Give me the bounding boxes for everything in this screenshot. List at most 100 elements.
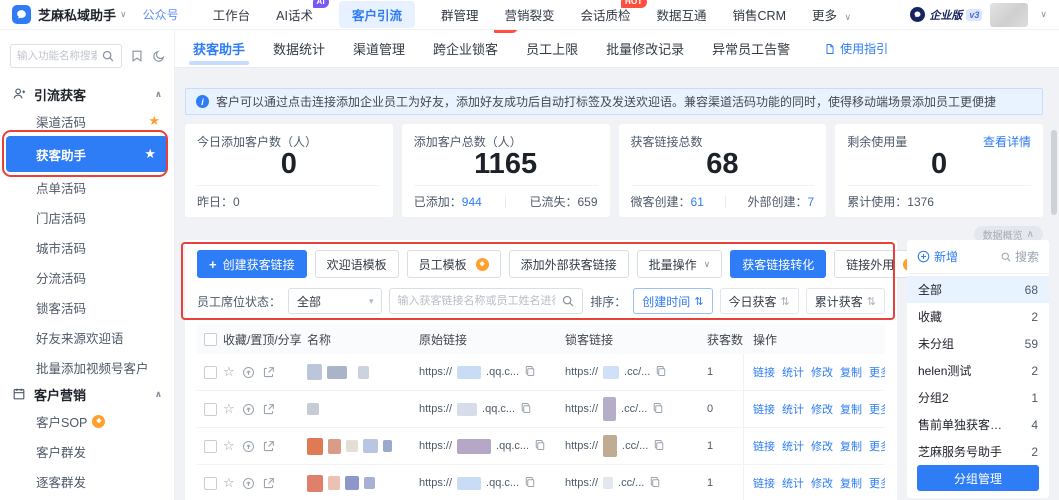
tab-channel-management[interactable]: 渠道管理 <box>353 30 405 68</box>
action-copy[interactable]: 复制 <box>840 401 862 417</box>
action-more[interactable]: 更多 <box>869 475 885 491</box>
nav-group-management[interactable]: 群管理 <box>441 5 479 24</box>
action-modify[interactable]: 修改 <box>811 475 833 491</box>
group-item-favorites[interactable]: 收藏2 <box>907 303 1049 330</box>
row-checkbox[interactable] <box>204 366 217 379</box>
action-link[interactable]: 链接 <box>753 475 775 491</box>
nav-marketing-fission[interactable]: 营销裂变 <box>504 5 554 24</box>
nav-workbench[interactable]: 工作台 <box>213 5 251 24</box>
tab-acquisition-assistant[interactable]: 获客助手 <box>193 30 245 68</box>
staff-template-button[interactable]: 员工模板◆ <box>407 250 501 278</box>
action-link[interactable]: 链接 <box>753 438 775 454</box>
share-external-icon[interactable] <box>262 403 275 416</box>
brand-caret-icon[interactable]: ∨ <box>120 9 127 20</box>
sidebar-item-individual-broadcast[interactable]: 逐客群发 <box>0 466 174 496</box>
action-stats[interactable]: 统计 <box>782 475 804 491</box>
pin-top-icon[interactable] <box>242 440 255 453</box>
group-item-sesame-assistant[interactable]: 芝麻服务号助手2 <box>907 438 1049 465</box>
sidebar-item-split-code[interactable]: 分流活码 <box>0 262 174 292</box>
copy-icon[interactable] <box>534 439 546 454</box>
section-traffic-acquisition[interactable]: 引流获客 ∧ <box>0 82 174 106</box>
nav-customer-acquisition[interactable]: 客户引流 <box>339 1 415 28</box>
chevron-up-icon[interactable]: ∧ <box>155 89 162 100</box>
add-group-button[interactable]: 新增 <box>917 248 958 265</box>
row-checkbox[interactable] <box>204 440 217 453</box>
view-details-link[interactable]: 查看详情 <box>983 133 1031 150</box>
copy-icon[interactable] <box>524 365 536 380</box>
action-stats[interactable]: 统计 <box>782 401 804 417</box>
nav-ai-script[interactable]: AI话术 AI <box>276 5 313 24</box>
row-checkbox[interactable] <box>204 403 217 416</box>
nav-data-exchange[interactable]: 数据互通 <box>657 5 707 24</box>
group-item-helen-test[interactable]: helen测试2 <box>907 357 1049 384</box>
copy-icon[interactable] <box>655 365 667 380</box>
sidebar-item-acquisition-assistant[interactable]: 获客助手 ★ <box>6 136 168 172</box>
chevron-up-icon[interactable]: ∧ <box>155 389 162 400</box>
favorite-star-icon[interactable]: ☆ <box>223 438 235 454</box>
action-link[interactable]: 链接 <box>753 401 775 417</box>
action-modify[interactable]: 修改 <box>811 438 833 454</box>
action-modify[interactable]: 修改 <box>811 401 833 417</box>
group-search-button[interactable]: 搜索 <box>1000 248 1039 265</box>
link-search-input[interactable] <box>397 295 556 307</box>
nav-more[interactable]: 更多 ∨ <box>812 5 851 24</box>
section-customer-marketing[interactable]: 客户营销 ∧ <box>0 382 174 406</box>
sidebar-item-lock-code[interactable]: 锁客活码 <box>0 292 174 322</box>
row-checkbox[interactable] <box>204 477 217 490</box>
action-more[interactable]: 更多 <box>869 364 885 380</box>
action-copy[interactable]: 复制 <box>840 364 862 380</box>
sidebar-search-box[interactable] <box>10 44 122 68</box>
official-account-link[interactable]: 公众号 <box>143 6 179 23</box>
sidebar-item-store-code[interactable]: 门店活码 <box>0 202 174 232</box>
action-copy[interactable]: 复制 <box>840 475 862 491</box>
sort-by-today-gain[interactable]: 今日获客⇅ <box>720 288 799 314</box>
scrollbar-thumb[interactable] <box>1051 130 1057 215</box>
select-all-checkbox[interactable] <box>204 333 217 346</box>
share-external-icon[interactable] <box>262 366 275 379</box>
action-more[interactable]: 更多 <box>869 401 885 417</box>
create-link-button[interactable]: +创建获客链接 <box>197 250 307 278</box>
sidebar-item-customer-broadcast[interactable]: 客户群发 <box>0 436 174 466</box>
action-copy[interactable]: 复制 <box>840 438 862 454</box>
copy-icon[interactable] <box>653 439 665 454</box>
sidebar-item-customer-sop[interactable]: 客户SOP ◆ <box>0 406 174 436</box>
favorite-star-icon[interactable]: ☆ <box>223 475 235 491</box>
avatar[interactable] <box>990 3 1028 27</box>
link-search-box[interactable] <box>389 288 583 314</box>
nav-sales-crm[interactable]: 销售CRM <box>733 5 786 24</box>
bookmark-icon[interactable] <box>130 49 144 63</box>
pin-top-icon[interactable] <box>242 366 255 379</box>
usage-guide-link[interactable]: 使用指引 <box>824 40 888 57</box>
sidebar-item-batch-add-video-customers[interactable]: 批量添加视频号客户 <box>0 352 174 382</box>
favorite-star-icon[interactable]: ★ <box>148 113 160 129</box>
pin-top-icon[interactable] <box>242 403 255 416</box>
theme-moon-icon[interactable] <box>152 49 166 63</box>
sidebar-item-friend-source-welcome[interactable]: 好友来源欢迎语 <box>0 322 174 352</box>
group-item-ungrouped[interactable]: 未分组59 <box>907 330 1049 357</box>
group-manage-button[interactable]: 分组管理 <box>917 465 1039 491</box>
sidebar-search-input[interactable] <box>17 50 97 62</box>
sidebar-item-order-code[interactable]: 点单活码 <box>0 172 174 202</box>
nav-chat-inspection[interactable]: 会话质检 HOT <box>581 5 631 24</box>
welcome-template-button[interactable]: 欢迎语模板 <box>315 250 399 278</box>
link-conversion-button[interactable]: 获客链接转化 <box>730 250 826 278</box>
copy-icon[interactable] <box>524 476 536 491</box>
sidebar-item-city-code[interactable]: 城市活码 <box>0 232 174 262</box>
tab-abnormal-staff-alert[interactable]: 异常员工告警 <box>712 30 790 68</box>
group-item-group2[interactable]: 分组21 <box>907 384 1049 411</box>
copy-icon[interactable] <box>649 476 661 491</box>
batch-operation-button[interactable]: 批量操作∨ <box>637 250 723 278</box>
favorite-star-icon[interactable]: ★ <box>144 146 156 162</box>
pin-top-icon[interactable] <box>242 477 255 490</box>
search-icon[interactable] <box>561 294 575 308</box>
copy-icon[interactable] <box>520 402 532 417</box>
tab-batch-modify-records[interactable]: 批量修改记录 <box>606 30 684 68</box>
group-item-presales[interactable]: 售前单独获客链...4 <box>907 411 1049 438</box>
search-icon[interactable] <box>101 49 115 63</box>
favorite-star-icon[interactable]: ☆ <box>223 401 235 417</box>
action-modify[interactable]: 修改 <box>811 364 833 380</box>
group-item-all[interactable]: 全部68 <box>907 276 1049 303</box>
sort-by-created-time[interactable]: 创建时间⇅ <box>633 288 712 314</box>
add-external-link-button[interactable]: 添加外部获客链接 <box>509 250 629 278</box>
favorite-star-icon[interactable]: ☆ <box>223 364 235 380</box>
